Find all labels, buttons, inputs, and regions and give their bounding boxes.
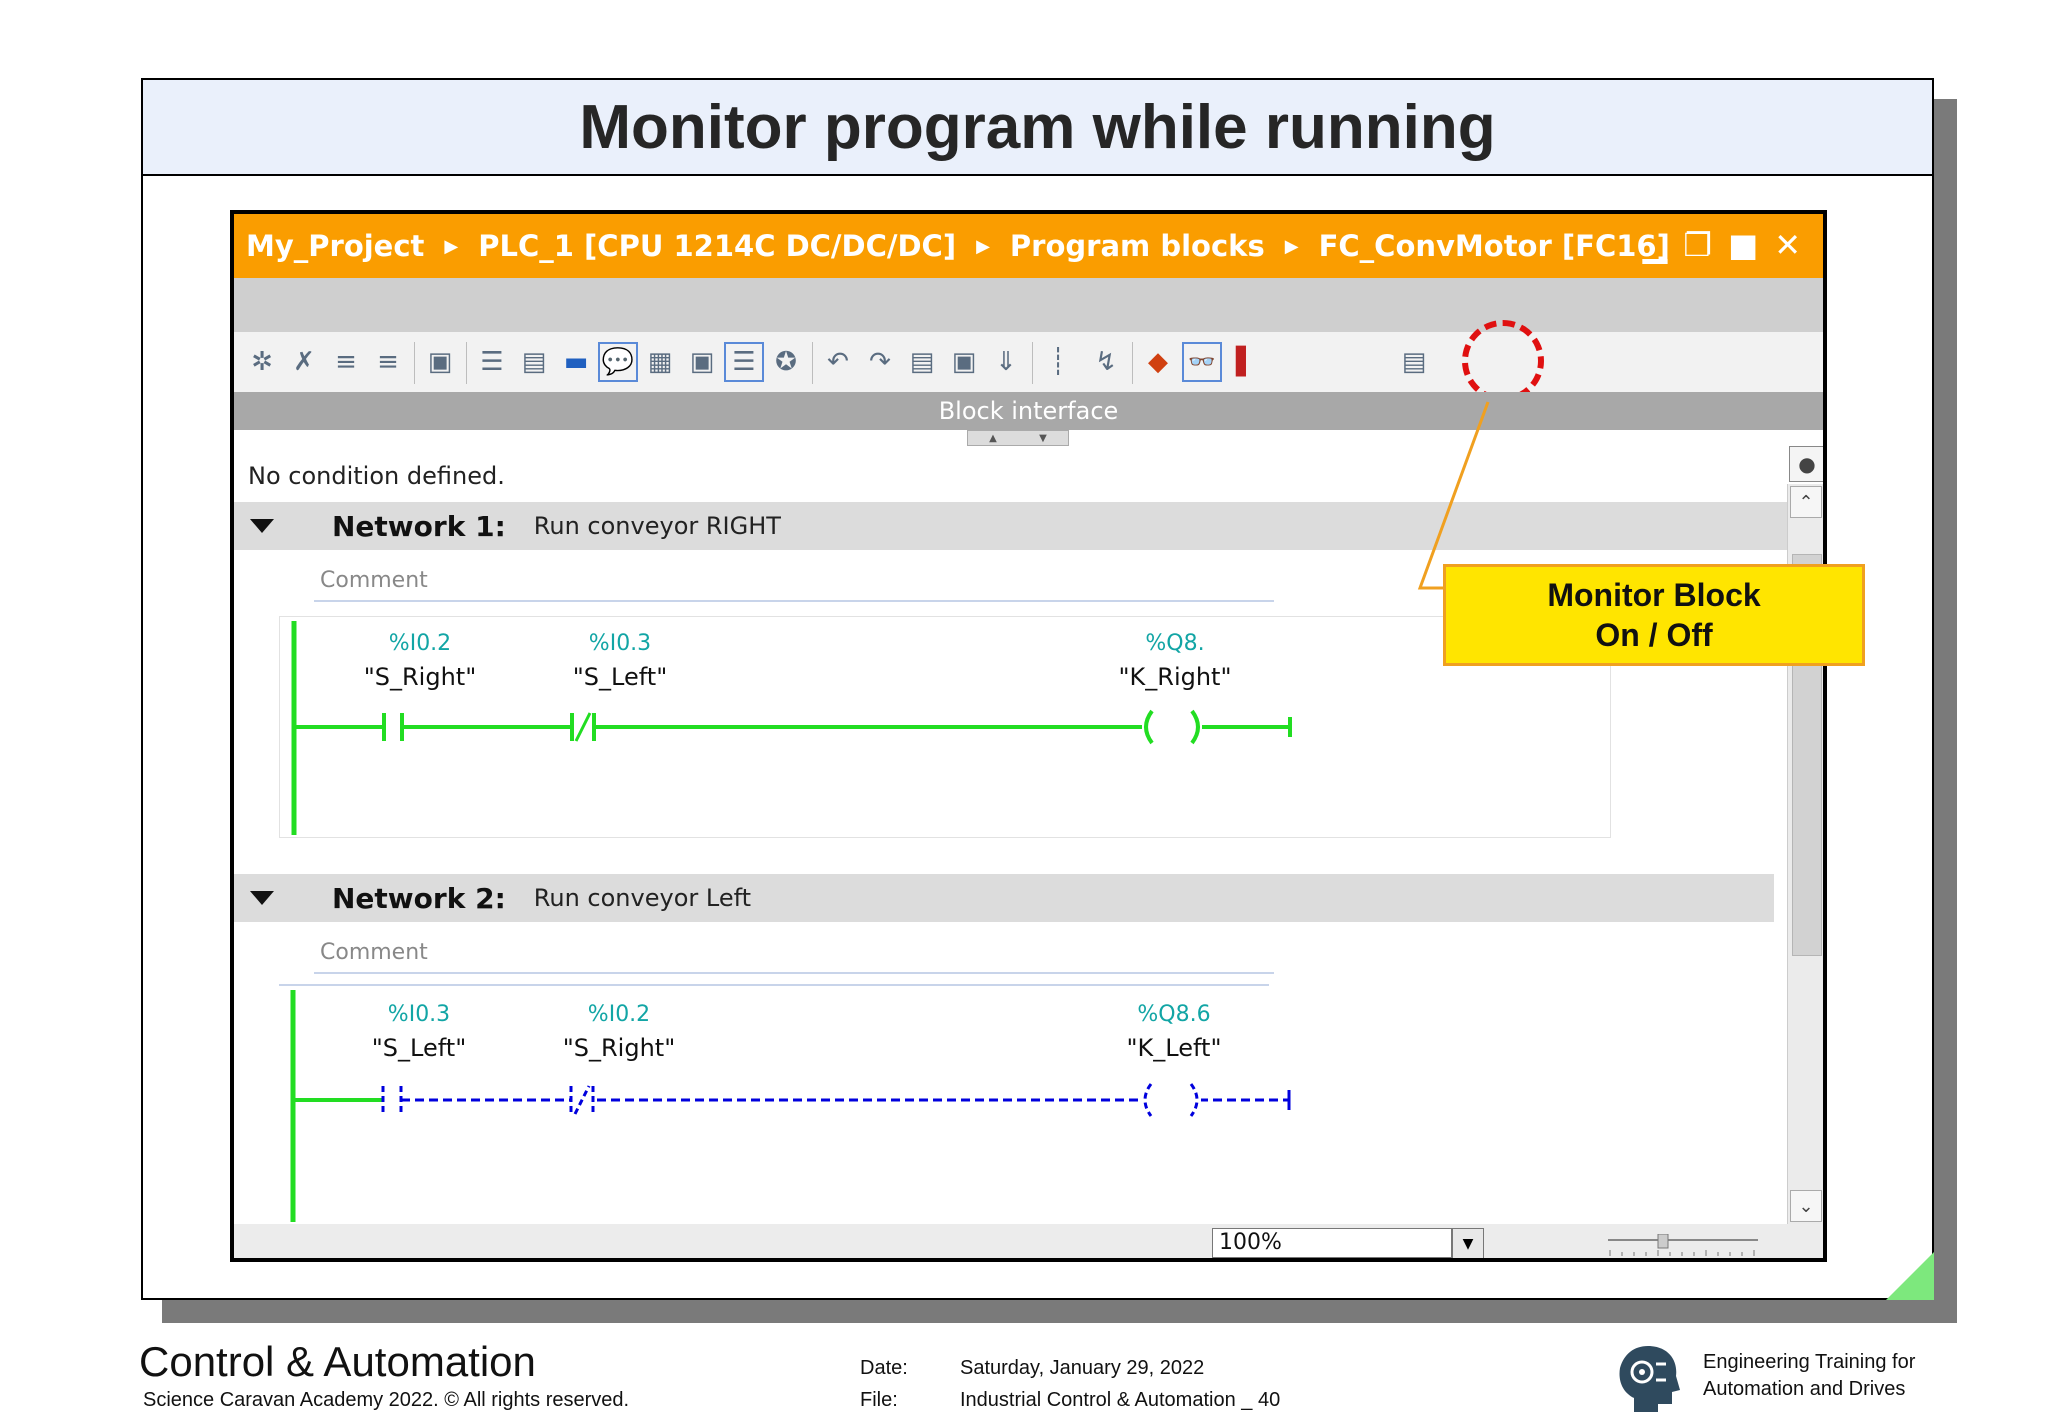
scroll-up-icon[interactable]: ⌃ xyxy=(1790,486,1822,518)
network-1-body: %I0.2 "S_Right" %I0.3 "S_Left" %Q8. "K_R… xyxy=(279,616,1611,838)
zoom-dropdown-icon[interactable]: ▼ xyxy=(1452,1228,1484,1258)
coil-symbol[interactable] xyxy=(1142,709,1202,745)
network-1-comment[interactable]: Comment xyxy=(314,564,1274,602)
editor-statusbar: 100% ▼ xyxy=(234,1224,1823,1258)
minimize-icon[interactable]: ▁ xyxy=(1643,226,1668,264)
set-breakpoint-icon[interactable]: ↯ xyxy=(1086,342,1126,382)
collapse-arrow-icon[interactable] xyxy=(250,891,274,905)
network-2-comment[interactable]: Comment xyxy=(314,936,1274,974)
zoom-slider[interactable] xyxy=(1608,1234,1758,1258)
maximize-icon[interactable]: ■ xyxy=(1728,226,1758,264)
update-call-icon[interactable]: ▤ xyxy=(902,342,942,382)
network-1-title[interactable]: Run conveyor RIGHT xyxy=(534,512,781,540)
restore-icon[interactable]: ❐ xyxy=(1683,226,1712,264)
comments-icon[interactable]: 💬 xyxy=(598,342,638,382)
snapshot-icon[interactable]: ▣ xyxy=(944,342,984,382)
callout-line-2: On / Off xyxy=(1595,617,1713,653)
nc-contact-symbol[interactable] xyxy=(569,1085,595,1115)
network-2-header[interactable]: Network 2: Run conveyor Left xyxy=(234,874,1774,922)
monitor-block-callout: Monitor Block On / Off xyxy=(1443,564,1865,666)
go-to-next-error-icon[interactable]: ↷ xyxy=(860,342,900,382)
network-1-ladder xyxy=(291,621,1292,835)
block-condition-text: No condition defined. xyxy=(248,462,505,490)
window-header-area xyxy=(234,278,1823,332)
breakpoint-toggle-icon[interactable]: ● xyxy=(1789,446,1823,482)
footer-copyright: Science Caravan Academy 2022. © All righ… xyxy=(143,1389,630,1411)
breadcrumb-separator-icon: ▶ xyxy=(444,235,459,257)
expand-icon[interactable]: ▣ xyxy=(682,342,722,382)
insert-row-icon[interactable]: ≡ xyxy=(326,342,366,382)
breadcrumb-plc[interactable]: PLC_1 [CPU 1214C DC/DC/DC] xyxy=(478,229,956,263)
page-corner-fold xyxy=(1886,1252,1934,1300)
nc-contact-symbol[interactable] xyxy=(570,712,596,742)
add-row-icon[interactable]: ≡ xyxy=(368,342,408,382)
footer-file-value: Industrial Control & Automation _ 40 xyxy=(960,1389,1281,1411)
go-to-previous-error-icon[interactable]: ↶ xyxy=(818,342,858,382)
editor-toolbar: ✲ ✗ ≡ ≡ ▣ ☰ ▤ ▬ 💬 ▦ ▣ ☰ ✪ ↶ ↷ ▤ ▣ ⇓ ┊ ↯ … xyxy=(234,332,1823,392)
window-controls: ▁ ❐ ■ ✕ xyxy=(1643,226,1801,264)
monitor-icon[interactable]: ▌ xyxy=(1226,342,1266,382)
callout-line-1: Monitor Block xyxy=(1547,577,1761,613)
breadcrumb-block[interactable]: FC_ConvMotor [FC16] xyxy=(1319,229,1670,263)
symbolic-icon[interactable]: ✪ xyxy=(766,342,806,382)
block-interface-label: Block interface xyxy=(938,397,1119,425)
chevron-down-icon[interactable]: ▼ xyxy=(1039,433,1047,444)
breadcrumb-program-blocks[interactable]: Program blocks xyxy=(1010,229,1265,263)
collapse-arrow-icon[interactable] xyxy=(250,519,274,533)
footer-organization: Engineering Training for Automation and … xyxy=(1703,1349,1915,1403)
footer-org-line-1: Engineering Training for xyxy=(1703,1351,1916,1373)
monitor-button-highlight xyxy=(1462,320,1544,402)
block-interface-bar[interactable]: Block interface xyxy=(234,392,1823,430)
no-contact-symbol[interactable] xyxy=(381,1086,403,1114)
open-all-icon[interactable]: ▣ xyxy=(420,342,460,382)
compare-icon[interactable]: ⇓ xyxy=(986,342,1026,382)
network-2-body: %I0.3 "S_Left" %I0.2 "S_Right" %Q8.6 "K_… xyxy=(279,990,1609,1222)
toolbar-separator xyxy=(1132,342,1133,384)
tia-editor-window: My_Project ▶ PLC_1 [CPU 1214C DC/DC/DC] … xyxy=(230,210,1827,1262)
slide-title: Monitor program while running xyxy=(579,92,1496,162)
delete-network-icon[interactable]: ✗ xyxy=(284,342,324,382)
favorites-icon[interactable]: ▬ xyxy=(556,342,596,382)
monitor-block-on-off-icon[interactable]: 👓 xyxy=(1182,342,1222,382)
toolbar-separator xyxy=(414,342,415,384)
splitter-handle[interactable]: ▲ ▼ xyxy=(967,430,1069,446)
breadcrumb-separator-icon: ▶ xyxy=(976,235,990,257)
step-icon[interactable]: ◆ xyxy=(1138,342,1178,382)
insert-network-icon[interactable]: ✲ xyxy=(242,342,282,382)
chevron-up-icon[interactable]: ▲ xyxy=(989,433,997,444)
show-comments-icon[interactable]: ▦ xyxy=(640,342,680,382)
toolbar-separator xyxy=(812,342,813,384)
network-2-ladder xyxy=(290,990,1291,1222)
toolbar-separator xyxy=(466,342,467,384)
comment-divider xyxy=(279,984,1269,986)
breadcrumb-project[interactable]: My_Project xyxy=(246,229,424,263)
coil-symbol[interactable] xyxy=(1141,1082,1201,1118)
network-1-header[interactable]: Network 1: Run conveyor RIGHT xyxy=(234,502,1794,550)
breadcrumb-separator-icon: ▶ xyxy=(1284,235,1299,257)
footer-date-label: Date: xyxy=(860,1357,908,1379)
footer-date-value: Saturday, January 29, 2022 xyxy=(960,1357,1205,1379)
scroll-down-icon[interactable]: ⌄ xyxy=(1790,1190,1822,1222)
network-1-label: Network 1: xyxy=(332,509,506,543)
network-2-label: Network 2: xyxy=(332,881,506,915)
close-all-icon[interactable]: ☰ xyxy=(472,342,512,382)
settings-icon[interactable]: ▤ xyxy=(1394,342,1434,382)
slide-title-bar: Monitor program while running xyxy=(143,80,1932,176)
close-icon[interactable]: ✕ xyxy=(1774,226,1801,264)
footer-file-label: File: xyxy=(860,1389,898,1411)
window-titlebar: My_Project ▶ PLC_1 [CPU 1214C DC/DC/DC] … xyxy=(234,214,1823,278)
collapse-icon[interactable]: ☰ xyxy=(724,342,764,382)
company-logo-icon xyxy=(1619,1346,1680,1412)
absolute-operands-icon[interactable]: ▤ xyxy=(514,342,554,382)
footer-brand: Control & Automation xyxy=(139,1338,536,1385)
load-start-values-icon[interactable]: ┊ xyxy=(1038,342,1078,382)
footer-org-line-2: Automation and Drives xyxy=(1703,1378,1906,1400)
zoom-input[interactable]: 100% xyxy=(1212,1228,1452,1258)
toolbar-separator xyxy=(1032,342,1033,384)
network-2-title[interactable]: Run conveyor Left xyxy=(534,884,751,912)
no-contact-symbol[interactable] xyxy=(382,713,404,741)
